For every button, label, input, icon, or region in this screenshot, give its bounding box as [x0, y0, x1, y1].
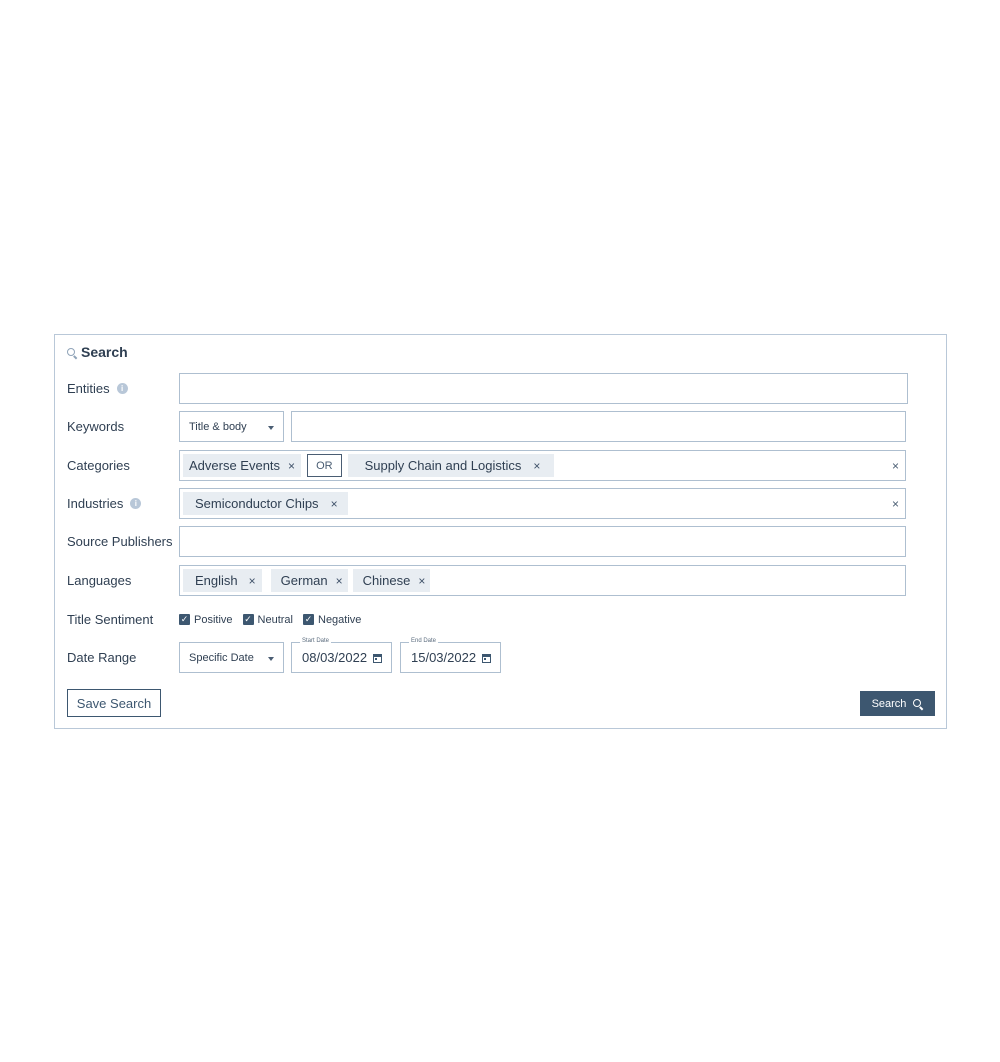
- calendar-icon[interactable]: [482, 654, 491, 663]
- panel-title: Search: [67, 344, 128, 360]
- save-search-button[interactable]: Save Search: [67, 689, 161, 717]
- keywords-scope-select[interactable]: Title & body: [179, 411, 284, 442]
- checkbox-positive[interactable]: ✓ Positive: [179, 614, 233, 626]
- end-date-input[interactable]: End Date 15/03/2022: [400, 638, 501, 673]
- language-chip: Chinese ×: [352, 569, 431, 592]
- date-mode-select[interactable]: Specific Date: [179, 642, 284, 673]
- end-date-label: End Date: [409, 638, 439, 644]
- clear-all-icon[interactable]: ×: [892, 459, 899, 473]
- entities-label: Entities i: [67, 381, 128, 396]
- close-icon[interactable]: ×: [416, 574, 425, 588]
- date-range-label: Date Range: [67, 650, 137, 665]
- operator-toggle[interactable]: OR: [307, 454, 342, 477]
- close-icon[interactable]: ×: [527, 459, 540, 473]
- search-button[interactable]: Search: [860, 691, 935, 716]
- language-chip: English ×: [183, 569, 262, 592]
- checkbox-checked-icon[interactable]: ✓: [179, 614, 190, 625]
- categories-label: Categories: [67, 458, 130, 473]
- info-icon[interactable]: i: [130, 498, 142, 509]
- languages-input[interactable]: English × German × Chinese ×: [179, 565, 906, 596]
- industries-label: Industries i: [67, 496, 142, 511]
- start-date-label: Start Date: [300, 638, 332, 644]
- checkbox-checked-icon[interactable]: ✓: [303, 614, 314, 625]
- category-chip: Supply Chain and Logistics ×: [347, 454, 555, 477]
- keywords-label: Keywords: [67, 419, 125, 434]
- industries-input[interactable]: Semiconductor Chips × ×: [179, 488, 906, 519]
- language-chip: German ×: [270, 569, 348, 592]
- title-sentiment-label: Title Sentiment: [67, 612, 154, 627]
- chevron-down-icon: [268, 426, 274, 430]
- clear-all-icon[interactable]: ×: [892, 497, 899, 511]
- close-icon[interactable]: ×: [325, 497, 338, 511]
- search-panel: Search Entities i Keywords Title & body …: [54, 334, 947, 729]
- keywords-input[interactable]: [291, 411, 906, 442]
- source-publishers-label: Source Publishers: [67, 534, 173, 549]
- search-icon: [67, 347, 76, 357]
- languages-label: Languages: [67, 573, 132, 588]
- categories-input[interactable]: Adverse Events × OR Supply Chain and Log…: [179, 450, 906, 481]
- start-date-input[interactable]: Start Date 08/03/2022: [291, 638, 392, 673]
- sentiment-checkboxes: ✓ Positive ✓ Neutral ✓ Negative: [179, 614, 361, 626]
- close-icon[interactable]: ×: [244, 574, 256, 588]
- panel-title-text: Search: [81, 344, 128, 360]
- chevron-down-icon: [268, 657, 274, 661]
- calendar-icon[interactable]: [373, 654, 382, 663]
- checkbox-negative[interactable]: ✓ Negative: [303, 614, 361, 626]
- search-icon: [913, 698, 923, 709]
- entities-input[interactable]: [179, 373, 908, 404]
- category-chip: Adverse Events ×: [183, 454, 302, 477]
- industry-chip: Semiconductor Chips ×: [183, 492, 348, 515]
- close-icon[interactable]: ×: [286, 459, 295, 473]
- checkbox-checked-icon[interactable]: ✓: [242, 614, 254, 625]
- close-icon[interactable]: ×: [334, 574, 343, 588]
- checkbox-neutral[interactable]: ✓ Neutral: [242, 614, 293, 626]
- info-icon[interactable]: i: [116, 383, 128, 394]
- source-publishers-input[interactable]: [179, 526, 906, 557]
